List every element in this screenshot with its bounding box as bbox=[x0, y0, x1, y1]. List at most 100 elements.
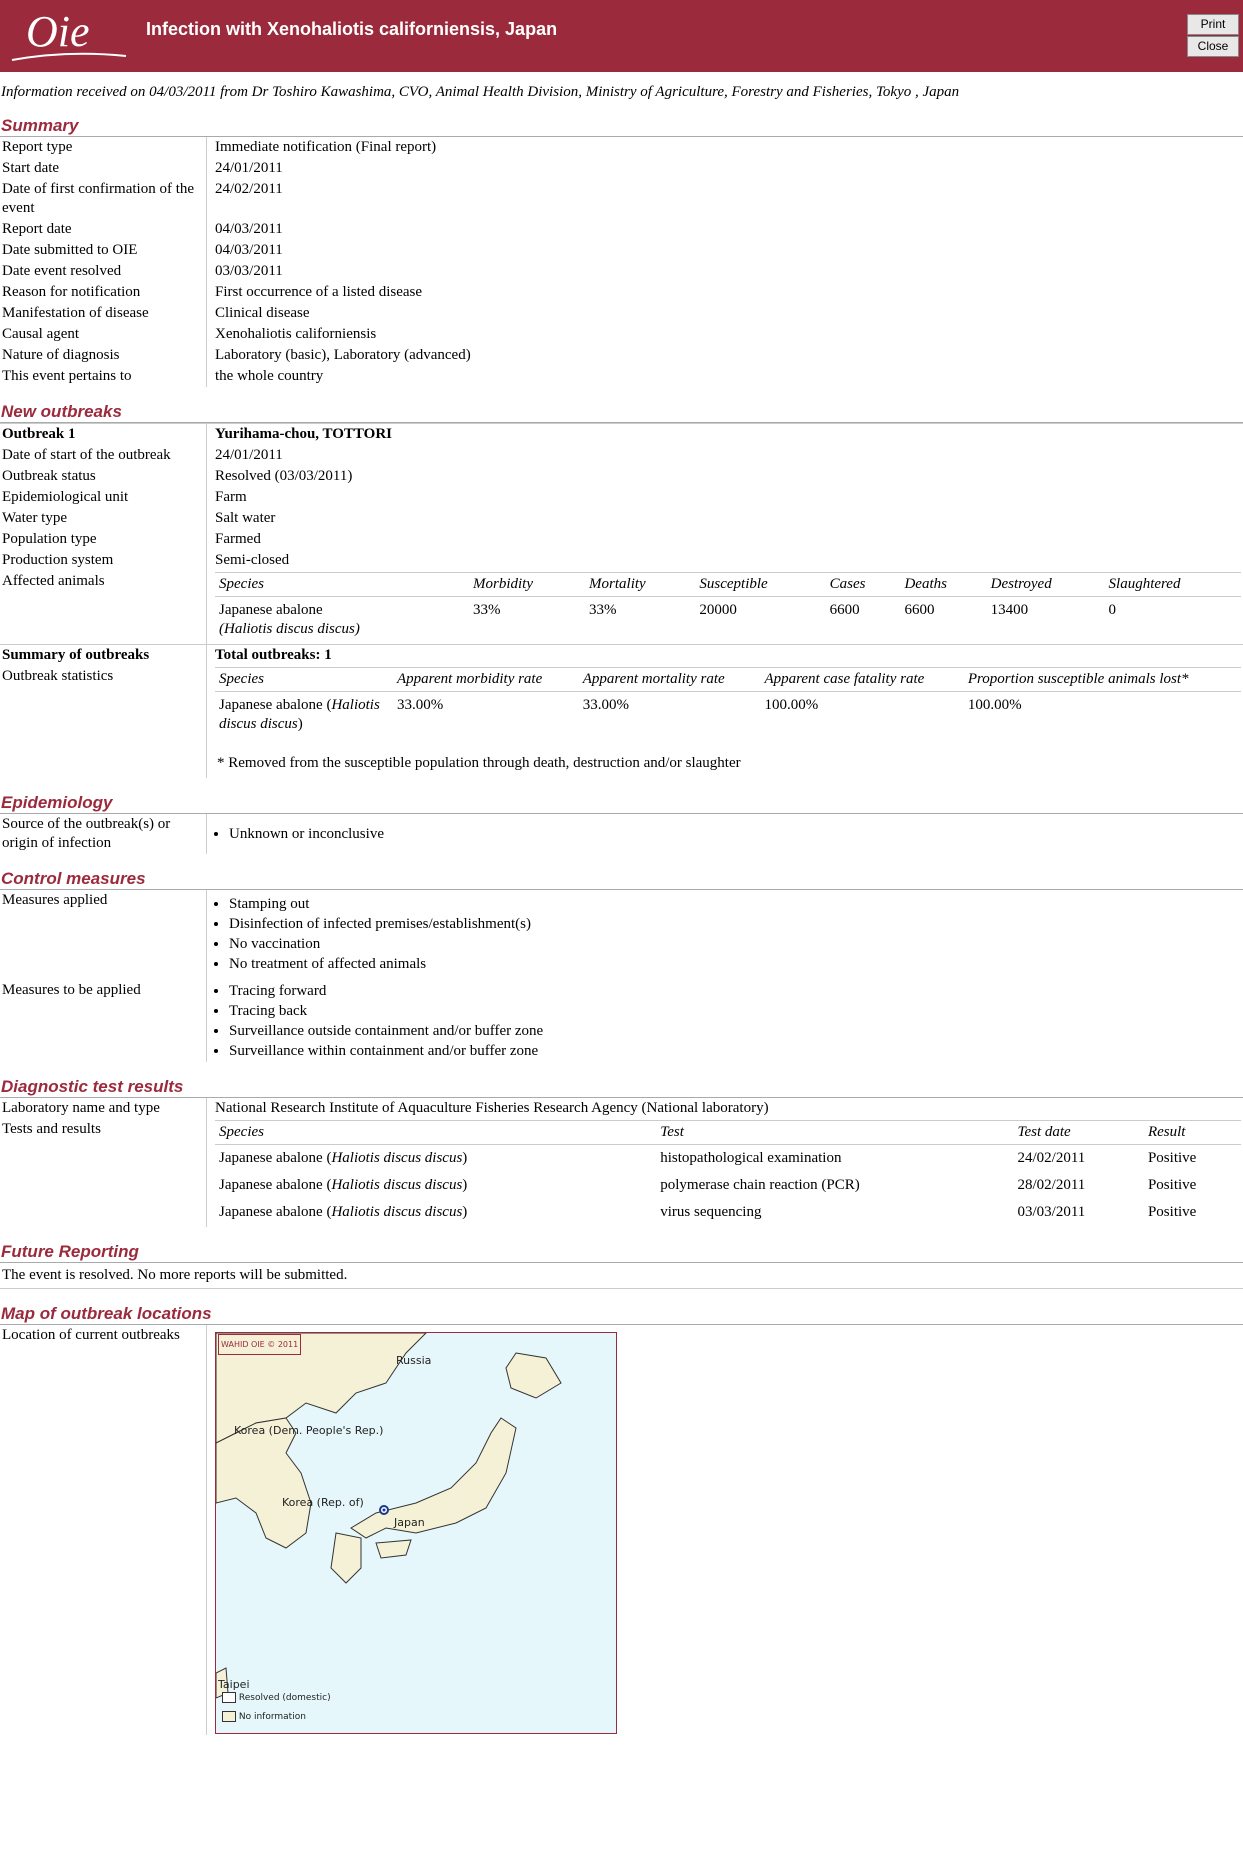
total-outbreaks: Total outbreaks: 1 bbox=[206, 644, 1243, 666]
outbreak-statistics-label: Outbreak statistics bbox=[0, 666, 207, 778]
epidemiology-title: Epidemiology bbox=[0, 792, 1243, 814]
map-graphic bbox=[216, 1333, 562, 1699]
animals-header-1: Morbidity bbox=[469, 572, 586, 597]
affected-animals-label: Affected animals bbox=[0, 571, 207, 645]
animals-header-4: Cases bbox=[825, 572, 901, 597]
test-species: Japanese abalone (Haliotis discus discus… bbox=[219, 1204, 468, 1220]
control-measures-title: Control measures bbox=[0, 868, 1243, 890]
test-name: polymerase chain reaction (PCR) bbox=[660, 1177, 860, 1193]
animals-header-0: Species bbox=[215, 572, 469, 597]
outbreak-4-row: Population type Farmed bbox=[0, 529, 1243, 550]
summary-9-row: Nature of diagnosis Laboratory (basic), L… bbox=[0, 345, 1243, 366]
animal-susceptible: 20000 bbox=[699, 602, 737, 618]
animal-morbidity: 33% bbox=[473, 602, 501, 618]
summary-7-value: Clinical disease bbox=[215, 305, 310, 321]
summary-9-label: Nature of diagnosis bbox=[0, 345, 207, 366]
outbreak-statistics-table: Species Apparent morbidity rate Apparent m… bbox=[215, 667, 1241, 738]
animal-destroyed: 13400 bbox=[990, 602, 1029, 618]
animals-header-5: Deaths bbox=[900, 572, 987, 597]
outbreak-5-label: Production system bbox=[0, 550, 207, 571]
close-button[interactable]: Close bbox=[1187, 36, 1239, 57]
map-label-japan: Japan bbox=[394, 1516, 425, 1529]
stats-header-3: Apparent case fatality rate bbox=[760, 667, 964, 692]
affected-animals-table: Species Morbidity Mortality Susceptible Case… bbox=[215, 572, 1241, 643]
outbreak-1-value: Resolved (03/03/2011) bbox=[215, 468, 353, 484]
outbreak-5-value: Semi-closed bbox=[215, 552, 290, 568]
print-button[interactable]: Print bbox=[1187, 14, 1239, 35]
stats-footnote: * Removed from the susceptible populatio… bbox=[217, 755, 741, 771]
summary-8-row: Causal agent Xenohaliotis californiensis bbox=[0, 324, 1243, 345]
outbreak-2-label: Epidemiological unit bbox=[0, 487, 207, 508]
summary-5-label: Date event resolved bbox=[0, 261, 207, 282]
lab-value: National Research Institute of Aquacultu… bbox=[215, 1100, 769, 1116]
tests-header-2: Test date bbox=[1013, 1120, 1144, 1145]
summary-7-row: Manifestation of disease Clinical disease bbox=[0, 303, 1243, 324]
noinfo-legend-icon bbox=[222, 1711, 236, 1722]
summary-0-row: Report type Immediate notification (Final… bbox=[0, 137, 1243, 158]
test-result: Positive bbox=[1147, 1204, 1197, 1220]
animal-cases: 6600 bbox=[829, 602, 860, 618]
outbreak-3-value: Salt water bbox=[215, 510, 276, 526]
tests-header-1: Test bbox=[656, 1120, 1014, 1145]
test-name: virus sequencing bbox=[660, 1204, 762, 1220]
test-row: Japanese abalone (Haliotis discus discus… bbox=[215, 1172, 1241, 1199]
legend-noinfo: No information bbox=[238, 1712, 306, 1722]
outbreak-table: Outbreak 1 Yurihama-chou, TOTTORI Date o… bbox=[0, 423, 1243, 778]
outbreak-1-label: Outbreak status bbox=[0, 466, 207, 487]
stats-header-2: Apparent mortality rate bbox=[578, 667, 761, 692]
stats-header-1: Apparent morbidity rate bbox=[393, 667, 579, 692]
measures-applied-label: Measures applied bbox=[0, 890, 207, 975]
page-header: Oie Infection with Xenohaliotis californ… bbox=[0, 0, 1243, 72]
summary-table: Report type Immediate notification (Final… bbox=[0, 137, 1243, 387]
summary-5-row: Date event resolved 03/03/2011 bbox=[0, 261, 1243, 282]
summary-1-label: Start date bbox=[0, 158, 207, 179]
summary-3-label: Report date bbox=[0, 219, 207, 240]
stats-fatality: 100.00% bbox=[764, 697, 819, 713]
diagnostic-table: Laboratory name and type National Resear… bbox=[0, 1098, 1243, 1227]
test-date: 28/02/2011 bbox=[1017, 1177, 1086, 1193]
measure-to-apply-item: Surveillance within containment and/or b… bbox=[229, 1041, 1241, 1061]
summary-2-value: 24/02/2011 bbox=[215, 181, 283, 197]
map-legend: Resolved (domestic) No information bbox=[222, 1689, 331, 1727]
measure-applied-item: No treatment of affected animals bbox=[229, 954, 1241, 974]
outbreak-label: Outbreak 1 bbox=[0, 423, 207, 445]
outbreak-2-value: Farm bbox=[215, 489, 247, 505]
test-date: 03/03/2011 bbox=[1017, 1204, 1086, 1220]
oie-logo: Oie bbox=[8, 6, 128, 66]
stats-lost: 100.00% bbox=[967, 697, 1022, 713]
test-row: Japanese abalone (Haliotis discus discus… bbox=[215, 1199, 1241, 1226]
summary-4-label: Date submitted to OIE bbox=[0, 240, 207, 261]
summary-2-label: Date of first confirmation of the event bbox=[0, 179, 207, 219]
source-list: Unknown or inconclusive bbox=[215, 824, 1241, 844]
summary-1-row: Start date 24/01/2011 bbox=[0, 158, 1243, 179]
outbreak-5-row: Production system Semi-closed bbox=[0, 550, 1243, 571]
map-label-korea-rep: Korea (Rep. of) bbox=[282, 1496, 364, 1509]
summary-9-value: Laboratory (basic), Laboratory (advanced… bbox=[215, 347, 471, 363]
outbreak-map[interactable]: WAHID OIE © 2011 Russia Korea (Dem. Peop… bbox=[215, 1332, 617, 1734]
outbreak-1-row: Outbreak status Resolved (03/03/2011) bbox=[0, 466, 1243, 487]
animal-slaughtered: 0 bbox=[1108, 602, 1117, 618]
animal-deaths: 6600 bbox=[904, 602, 935, 618]
measure-to-apply-item: Tracing forward bbox=[229, 981, 1241, 1001]
outbreak-2-row: Epidemiological unit Farm bbox=[0, 487, 1243, 508]
tests-header-0: Species bbox=[215, 1120, 657, 1145]
animals-header-6: Destroyed bbox=[986, 572, 1105, 597]
outbreak-3-label: Water type bbox=[0, 508, 207, 529]
measures-applied-list: Stamping outDisinfection of infected pre… bbox=[215, 894, 1241, 974]
summary-3-value: 04/03/2011 bbox=[215, 221, 283, 237]
measure-to-apply-item: Tracing back bbox=[229, 1001, 1241, 1021]
future-reporting-text: The event is resolved. No more reports w… bbox=[0, 1263, 1243, 1289]
measure-to-apply-item: Surveillance outside containment and/or … bbox=[229, 1021, 1241, 1041]
summary-6-row: Reason for notification First occurrence … bbox=[0, 282, 1243, 303]
summary-6-value: First occurrence of a listed disease bbox=[215, 284, 423, 300]
summary-4-row: Date submitted to OIE 04/03/2011 bbox=[0, 240, 1243, 261]
outbreak-0-row: Date of start of the outbreak 24/01/2011 bbox=[0, 445, 1243, 466]
outbreak-3-row: Water type Salt water bbox=[0, 508, 1243, 529]
epidemiology-table: Source of the outbreak(s) or origin of i… bbox=[0, 814, 1243, 854]
summary-5-value: 03/03/2011 bbox=[215, 263, 283, 279]
summary-2-row: Date of first confirmation of the event 2… bbox=[0, 179, 1243, 219]
future-reporting-title: Future Reporting bbox=[0, 1241, 1243, 1263]
stats-header-0: Species bbox=[215, 667, 393, 692]
stats-species: Japanese abalone (Haliotis discus discus… bbox=[219, 697, 380, 732]
outbreak-4-value: Farmed bbox=[215, 531, 261, 547]
